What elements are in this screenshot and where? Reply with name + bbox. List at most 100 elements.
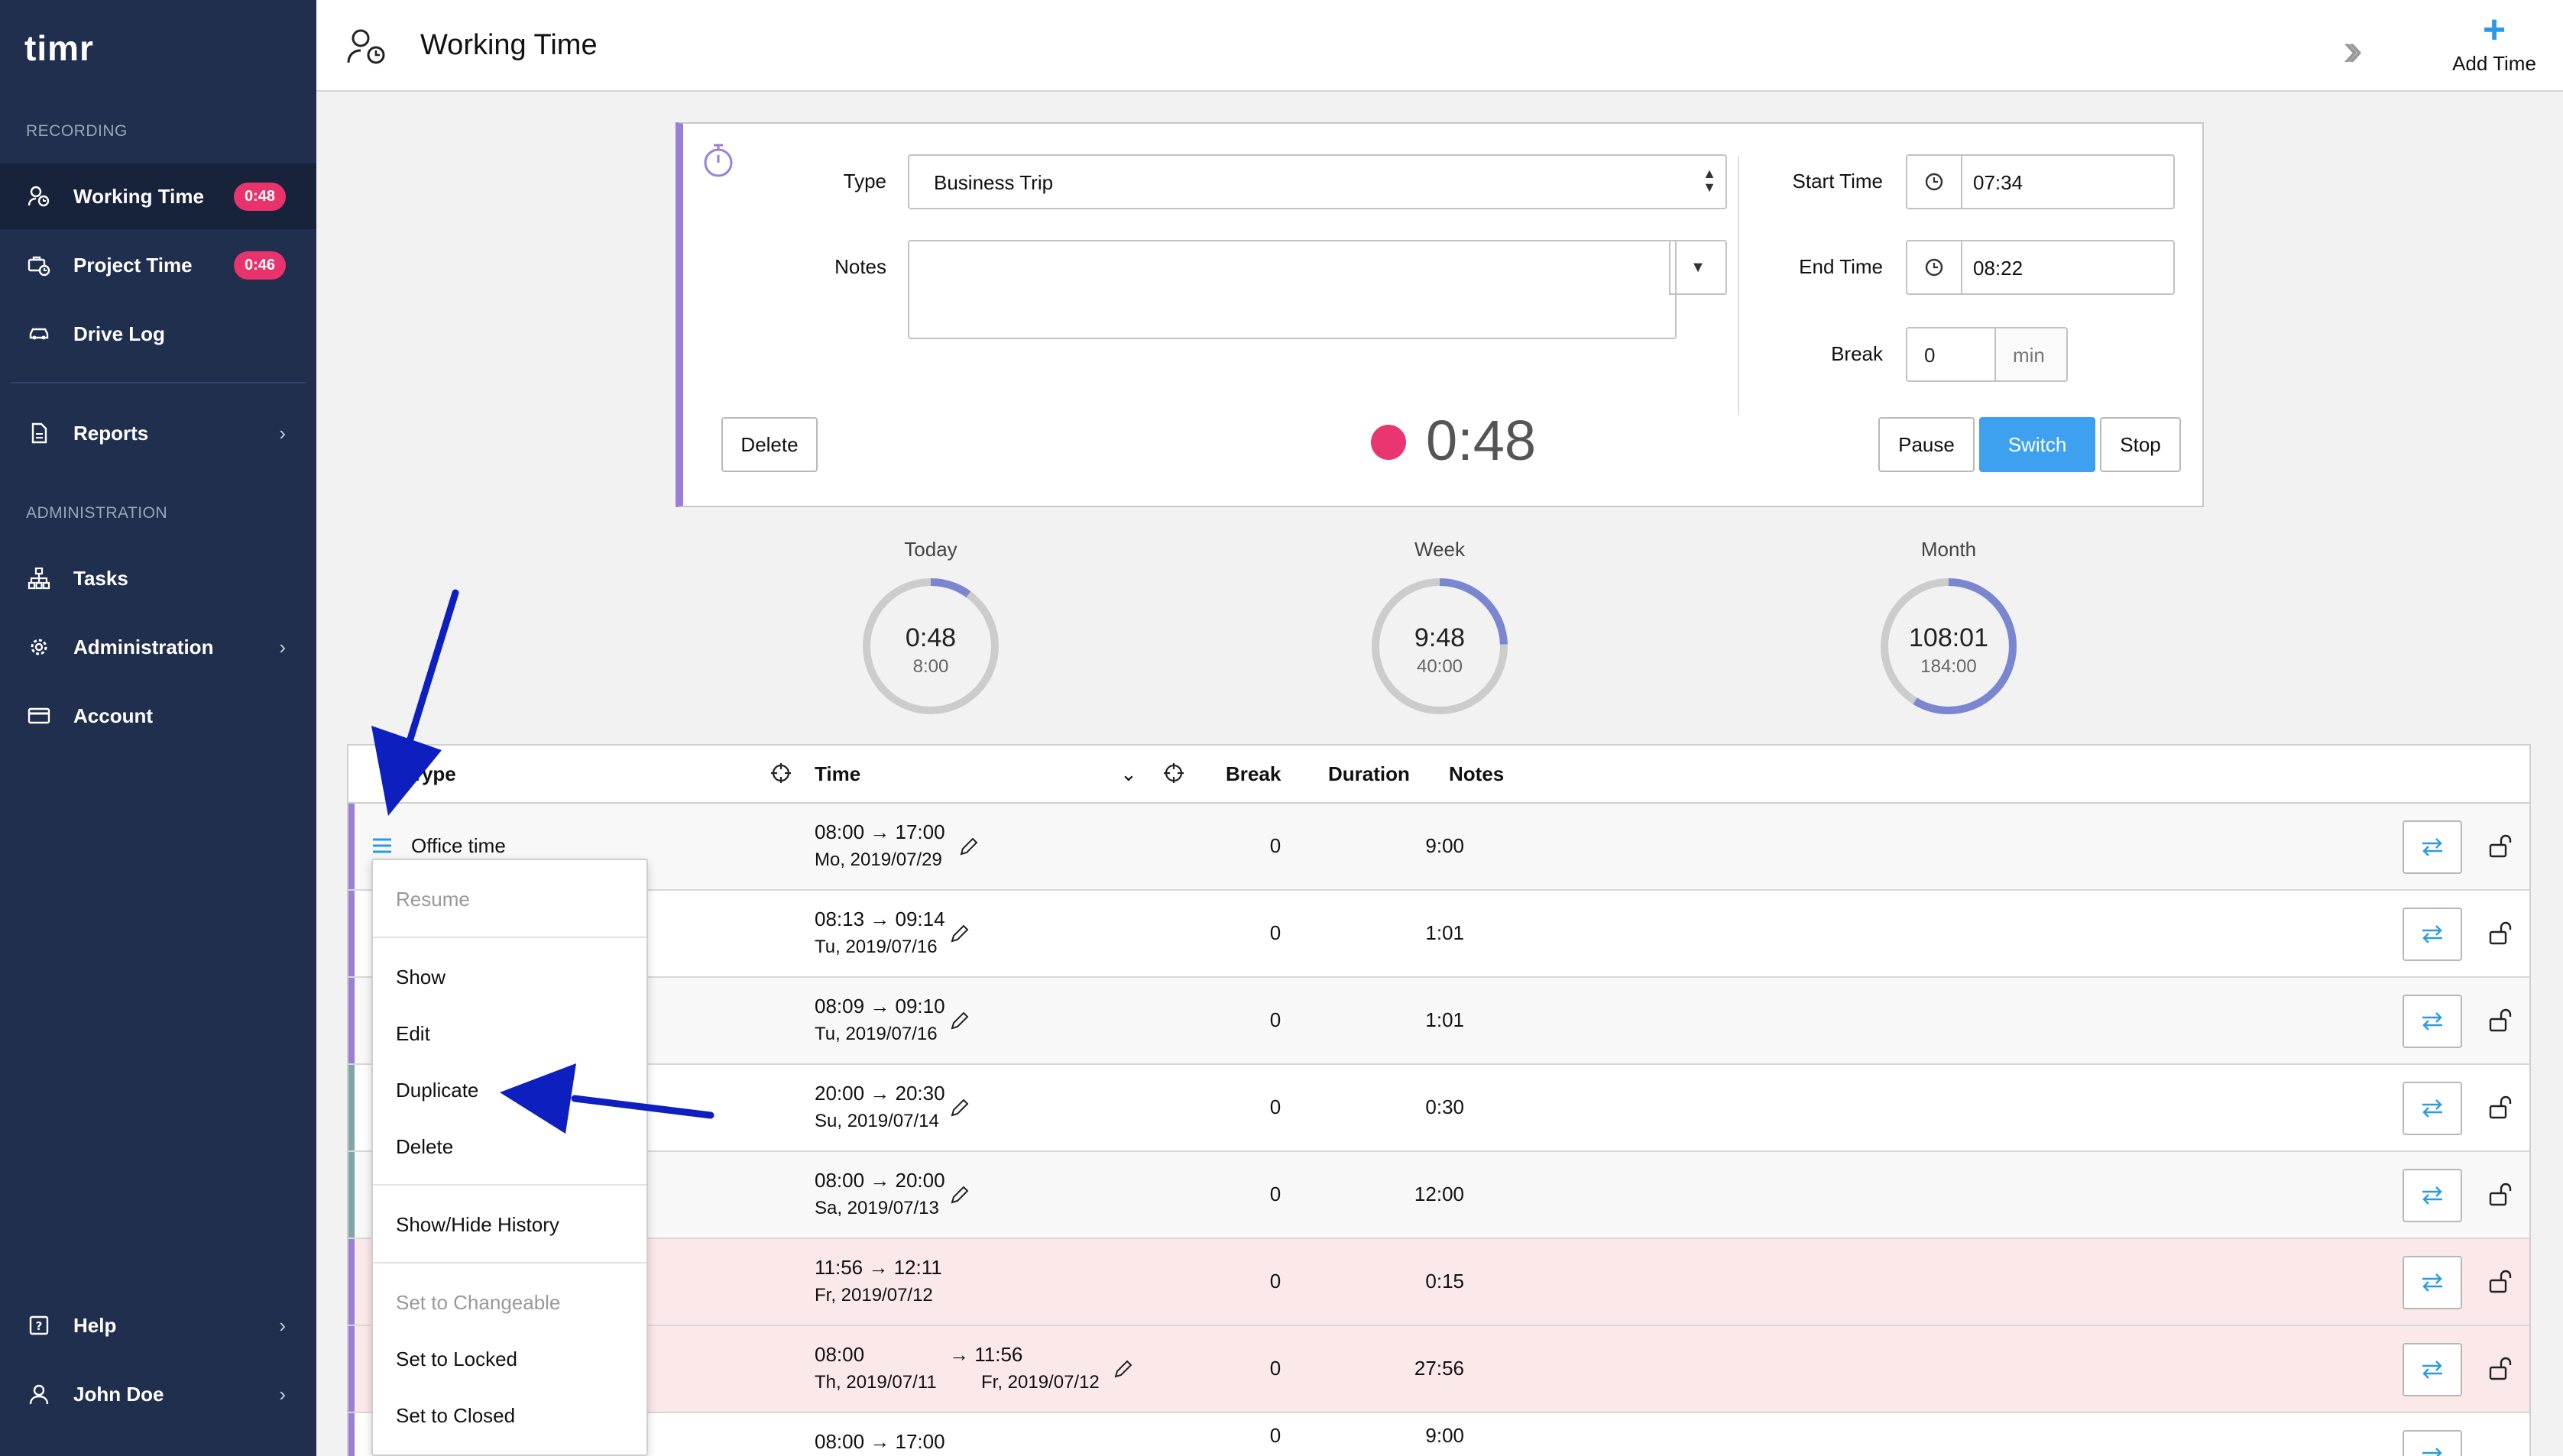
stop-button[interactable]: Stop (2100, 417, 2181, 472)
menu-item-show[interactable]: Show (396, 966, 446, 989)
start-time-value: 07:34 (1973, 171, 2024, 194)
row-time-range: 08:09 → 09:10 (815, 995, 945, 1018)
add-time-label: Add Time (2452, 52, 2536, 75)
row-type-stripe (348, 978, 355, 1063)
column-header-break[interactable]: Break (1226, 762, 1281, 786)
switch-button[interactable]: Switch (1979, 417, 2095, 472)
break-input[interactable]: 0 (1906, 327, 1996, 382)
sidebar-item-label: John Doe (73, 1382, 164, 1406)
menu-separator (373, 1184, 646, 1186)
crosshair-icon[interactable] (770, 762, 792, 784)
clock-icon (1907, 156, 1962, 208)
user-icon (26, 1381, 52, 1407)
pencil-icon[interactable] (958, 836, 980, 857)
caret-down-icon: ▼ (1690, 258, 1706, 276)
unlock-icon[interactable] (2488, 921, 2514, 946)
table-row[interactable]: 08:00 → 20:00 Sa, 2019/07/13 0 12:00 (348, 1152, 2529, 1239)
switch-entry-button[interactable] (2403, 1256, 2462, 1309)
row-type-stripe (348, 1326, 355, 1412)
menu-item-duplicate[interactable]: Duplicate (396, 1079, 478, 1102)
sidebar-item-administration[interactable]: Administration › (0, 614, 316, 680)
sidebar-item-tasks[interactable]: Tasks (0, 545, 316, 611)
unlock-icon[interactable] (2488, 1008, 2514, 1033)
unlock-icon[interactable] (2488, 1270, 2514, 1294)
sidebar: timr RECORDING Working Time 0:48 Project… (0, 0, 316, 1456)
row-type-stripe (348, 1239, 355, 1325)
sidebar-item-user[interactable]: John Doe › (0, 1361, 316, 1427)
row-date: Sa, 2019/07/13 (815, 1198, 939, 1218)
row-type-stripe (348, 1413, 355, 1456)
menu-separator (373, 1262, 646, 1263)
notes-textarea[interactable] (908, 240, 1677, 339)
menu-separator (373, 937, 646, 938)
menu-item-set-closed[interactable]: Set to Closed (396, 1404, 515, 1428)
unlock-icon[interactable] (2488, 1357, 2514, 1381)
svg-text:?: ? (36, 1319, 43, 1333)
sidebar-item-working-time[interactable]: Working Time 0:48 (0, 163, 316, 229)
unlock-icon[interactable] (2488, 834, 2514, 859)
table-row[interactable]: 20:00 → 20:30 Su, 2019/07/14 0 0:30 (348, 1065, 2529, 1152)
table-row[interactable]: 08:09 → 09:10 Tu, 2019/07/16 0 1:01 (348, 978, 2529, 1065)
row-time-end: → 11:56 (949, 1343, 1023, 1366)
menu-item-edit[interactable]: Edit (396, 1022, 430, 1046)
sidebar-item-drive-log[interactable]: Drive Log (0, 301, 316, 367)
add-time-button[interactable]: + Add Time (2425, 10, 2563, 76)
table-row[interactable]: Office time 08:00 → 17:00 Mo, 2019/07/29… (348, 804, 2529, 891)
table-row[interactable]: 08:13 → 09:14 Tu, 2019/07/16 0 1:01 (348, 891, 2529, 978)
switch-entry-button[interactable] (2403, 908, 2462, 961)
timr-logo[interactable]: timr (24, 28, 94, 69)
recording-indicator (1371, 425, 1406, 460)
chevron-down-icon[interactable]: ⌄ (1120, 762, 1137, 786)
project-time-badge: 0:46 (234, 251, 287, 280)
row-type-stripe (348, 1152, 355, 1238)
switch-entry-button[interactable] (2403, 1169, 2462, 1222)
sidebar-item-project-time[interactable]: Project Time 0:46 (0, 232, 316, 298)
sidebar-item-help[interactable]: ? Help › (0, 1293, 316, 1358)
switch-entry-button[interactable] (2403, 1343, 2462, 1396)
summary-week: Week 9:48 40:00 (1356, 538, 1524, 717)
row-menu-icon[interactable] (371, 837, 393, 854)
notes-dropdown-button[interactable]: ▼ (1669, 240, 1727, 295)
row-time-start: 08:00 (815, 1343, 865, 1366)
end-time-field[interactable]: 08:22 (1906, 240, 2175, 295)
table-row[interactable]: 08:00 → 11:56 Th, 2019/07/11 Fr, 2019/07… (348, 1326, 2529, 1413)
pencil-icon[interactable] (949, 1010, 970, 1031)
menu-item-delete[interactable]: Delete (396, 1135, 453, 1159)
column-header-duration[interactable]: Duration (1328, 762, 1410, 786)
switch-entry-button[interactable] (2403, 1430, 2462, 1456)
sidebar-item-reports[interactable]: Reports › (0, 400, 316, 466)
row-time-range: 08:00 → 17:00 (815, 820, 945, 843)
row-type-stripe (348, 1065, 355, 1150)
menu-item-set-locked[interactable]: Set to Locked (396, 1348, 517, 1371)
pause-button[interactable]: Pause (1878, 417, 1975, 472)
crosshair-icon[interactable] (1163, 762, 1184, 784)
unlock-icon[interactable] (2488, 1095, 2514, 1120)
collapse-panel-icon[interactable]: ›› (2343, 23, 2363, 76)
row-date: Th, 2019/07/11 (815, 1372, 937, 1393)
table-row[interactable]: 11:56 → 12:11 Fr, 2019/07/12 0 0:15 (348, 1239, 2529, 1326)
column-header-type[interactable]: Type (411, 762, 456, 786)
row-duration: 27:56 (1414, 1357, 1464, 1380)
pencil-icon[interactable] (949, 923, 970, 944)
unlock-icon[interactable] (2488, 1183, 2514, 1207)
table-row[interactable]: 08:00 → 17:00 0 9:00 (348, 1413, 2529, 1456)
tasks-tree-icon (26, 565, 52, 591)
type-select[interactable]: Business Trip ▲ ▼ (908, 154, 1727, 209)
switch-entry-button[interactable] (2403, 1082, 2462, 1135)
user-clock-icon (347, 29, 385, 64)
start-time-field[interactable]: 07:34 (1906, 154, 2175, 209)
pencil-icon[interactable] (949, 1097, 970, 1118)
column-header-notes[interactable]: Notes (1449, 762, 1504, 786)
delete-button[interactable]: Delete (721, 417, 818, 472)
stopwatch-icon (704, 144, 733, 177)
pencil-icon[interactable] (1113, 1358, 1134, 1380)
menu-item-show-hide-history[interactable]: Show/Hide History (396, 1213, 559, 1237)
type-label: Type (843, 170, 886, 193)
switch-entry-button[interactable] (2403, 995, 2462, 1048)
column-header-time[interactable]: Time (815, 762, 860, 786)
pencil-icon[interactable] (949, 1184, 970, 1205)
row-break: 0 (1269, 921, 1282, 944)
sidebar-item-account[interactable]: Account (0, 683, 316, 749)
switch-entry-button[interactable] (2403, 820, 2462, 874)
row-duration: 9:00 (1425, 834, 1464, 857)
